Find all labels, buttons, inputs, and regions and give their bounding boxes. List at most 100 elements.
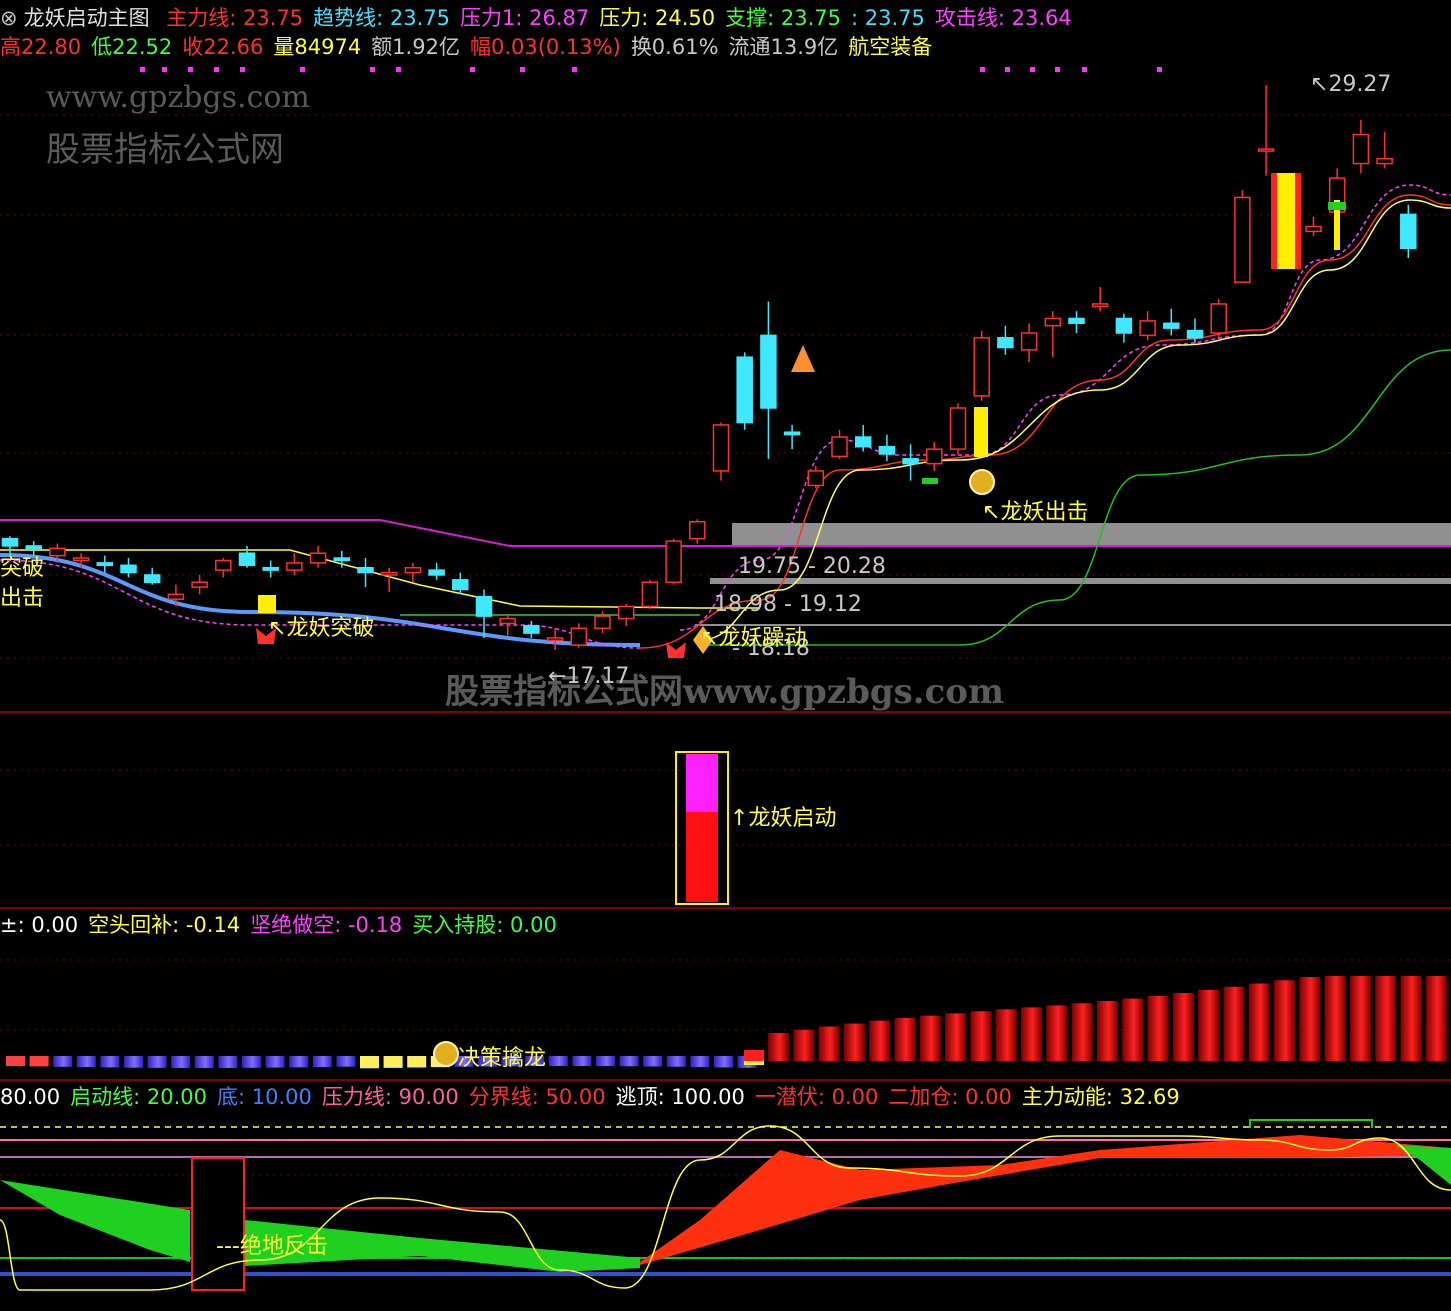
signal-reversal-text: 绝地反击 [239,1234,328,1259]
header1-item-1: 趋势线: 23.75 [313,6,451,30]
signal-dot-1 [162,67,167,72]
signal-dot-11 [980,67,985,72]
candle-body-55 [1305,225,1322,233]
candle-body-18 [428,569,445,576]
signal-dot-13 [1030,67,1035,72]
watermark-name: 股票指标公式网 [46,130,284,170]
watermark-url: www.gpzbgs.com [46,80,310,115]
histogram-bar-pos-18 [1223,986,1245,1061]
panel3-header: ±: 0.00 空头回补: -0.14 坚绝做空: -0.18 买入持股: 0.00 [0,912,577,938]
candle-body-58 [1376,157,1393,165]
candle-body-19 [452,579,469,591]
histogram-bar-neg-9 [218,1056,238,1068]
histogram-bar-pos-8 [970,1011,992,1061]
signal-dot-3 [214,67,219,72]
candle-body-11 [262,566,279,571]
kline-chart [0,67,1451,1291]
signal-dragon-breakout: ↖龙妖突破 [268,616,375,641]
panel4-item-8: 主力动能: 32.69 [1021,1085,1180,1109]
histogram-bar-pos-15 [1147,995,1169,1061]
candle-body-6 [143,574,161,583]
panel4-item-3: 压力线: 90.00 [321,1085,459,1109]
histogram-bar-pos-9 [995,1009,1017,1061]
candle-body-8 [191,581,208,588]
candle-body-0 [1,537,19,547]
header1-item-2: 压力1: 26.87 [460,6,590,30]
histogram-bar-neg-26 [619,1056,639,1067]
limit-up-block-inner [1277,173,1295,269]
zone-label-1: 19.75 - 20.28 [738,554,886,579]
histogram-bar-neg-29 [690,1056,710,1068]
histogram-bar-pos-10 [1021,1007,1042,1061]
histogram-bar-pos-26 [1425,976,1447,1061]
low-price-value: 17.17 [566,664,630,689]
header2-item-1: 低22.52 [91,35,173,59]
histogram-bar-neg-10 [242,1056,261,1068]
histogram-bar-transition [744,1050,764,1062]
header2-item-4: 额1.92亿 [371,35,460,59]
histogram-bar-pos-7 [945,1013,967,1061]
candle-body-42 [997,337,1014,349]
histogram-bar-neg-0 [6,1056,25,1066]
signal-dot-8 [470,67,475,72]
candle-body-22 [523,625,540,634]
candle-body-34 [807,470,825,487]
candle-body-9 [215,559,232,571]
candle-body-5 [120,564,137,574]
candle-body-24 [570,627,588,646]
histogram-bar-neg-16 [383,1056,403,1068]
main-chart-header: ⊗ 龙妖启动主图 主力线: 23.75 趋势线: 23.75 压力1: 26.87 压力… [0,5,1092,31]
candle-body-32 [760,334,777,409]
close-icon[interactable]: ⊗ [0,6,18,30]
header1-item-0: 主力线: 23.75 [166,6,304,30]
panel4-item-7: 二加仓: 0.00 [888,1085,1012,1109]
histogram-bar-neg-2 [53,1056,73,1067]
candle-body-20 [475,596,493,617]
candle-body-10 [238,552,256,567]
histogram-bar-pos-0 [768,1033,789,1061]
histogram-bar-neg-28 [666,1056,686,1067]
histogram-bar-neg-3 [76,1056,96,1068]
histogram-bar-pos-25 [1400,976,1422,1061]
signal-attack-left: 出击 [0,586,45,611]
candle-body-27 [641,581,659,608]
header2-item-3: 量84974 [273,35,362,59]
candle-body-45 [1068,317,1085,325]
histogram-bar-neg-5 [124,1056,143,1068]
launch-segment-red [686,812,718,902]
signal-dragon-move: ↖龙妖躁动 [700,626,807,651]
candle-body-30 [712,424,730,472]
candle-body-36 [854,436,872,448]
candle-body-40 [949,407,967,450]
signal-dot-7 [396,67,401,72]
histogram-bar-pos-6 [919,1015,941,1061]
green-marker-bar [1328,202,1346,210]
signal-dot-6 [370,67,375,72]
header2-item-7: 流通13.9亿 [728,35,839,59]
histogram-bar-pos-12 [1071,1003,1093,1061]
candle-body-57 [1352,133,1370,165]
histogram-bar-neg-1 [29,1056,49,1067]
chart-title: 龙妖启动主图 [23,6,150,30]
histogram-bar-neg-25 [596,1056,615,1067]
signal-dragon-start-text: 龙妖启动 [748,806,837,831]
zone-band-1 [732,523,1451,546]
signal-dot-2 [188,67,193,72]
signal-breakout-left: 突破 [0,556,45,581]
zone-label-2: 18.98 - 19.12 [714,592,862,617]
histogram-bar-neg-6 [147,1056,167,1068]
header2-item-0: 高22.80 [0,35,82,59]
person-icon [791,345,815,372]
candle-body-38 [902,458,919,465]
candle-body-14 [333,557,351,562]
panel4-item-1: 启动线: 20.00 [70,1085,207,1109]
money-bag-icon-0 [969,469,995,495]
histogram-bar-neg-14 [336,1056,356,1067]
candle-body-39 [926,448,943,465]
histogram-bar-neg-13 [312,1056,332,1068]
signal-dot-9 [520,67,525,72]
histogram-bar-pos-5 [894,1018,916,1061]
histogram-bar-pos-2 [818,1026,840,1061]
signal-dot-15 [1082,67,1087,72]
histogram-bar-neg-11 [265,1056,285,1068]
